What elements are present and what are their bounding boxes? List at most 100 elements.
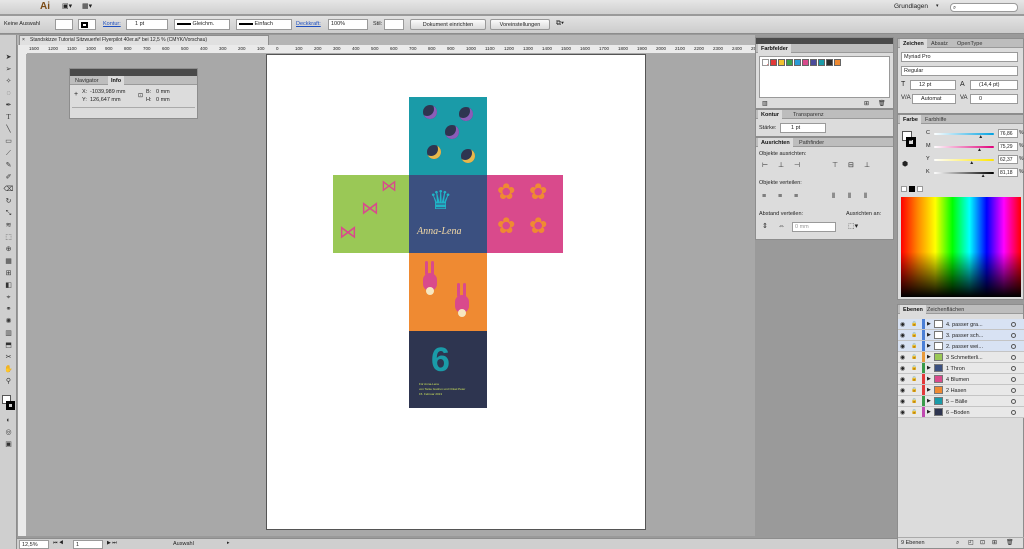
swatch[interactable] — [770, 59, 777, 66]
layer-row[interactable]: ◉ 🔒 ▶ 5 – Bälle — [898, 396, 1024, 407]
help-search-input[interactable]: ⌕ — [950, 3, 1018, 12]
eye-icon[interactable]: ◉ — [900, 343, 905, 350]
slice-tool-icon[interactable]: ✂ — [1, 352, 16, 363]
artboard-tool-icon[interactable]: ⬒ — [1, 340, 16, 351]
eye-icon[interactable]: ◉ — [900, 354, 905, 361]
delete-layer-icon[interactable]: 🗑 — [1006, 540, 1014, 546]
eye-icon[interactable]: ◉ — [900, 398, 905, 405]
line-tool-icon[interactable]: ╲ — [1, 124, 16, 135]
gradient-tool-icon[interactable]: ◧ — [1, 280, 16, 291]
swatch[interactable] — [818, 59, 825, 66]
color-stroke-box[interactable] — [906, 137, 916, 147]
make-clipping-mask-icon[interactable]: ◰ — [968, 540, 974, 546]
close-icon[interactable]: × — [22, 38, 25, 43]
arrange-documents-icon[interactable]: ▦▾ — [82, 3, 92, 10]
fill-swatch[interactable] — [55, 19, 73, 30]
document-tab[interactable]: × Standskizze Tutorial Sitzwuerfel Flyer… — [19, 35, 269, 45]
tab-align[interactable]: Ausrichten — [758, 138, 793, 147]
first-page-icon[interactable]: ⏮ ◀ — [53, 541, 63, 546]
font-style-select[interactable]: Regular — [901, 66, 1018, 76]
lock-icon[interactable]: 🔒 — [911, 321, 917, 327]
kerning-field[interactable]: Automat — [912, 94, 956, 104]
swatch[interactable] — [802, 59, 809, 66]
leading-field[interactable]: (14,4 pt) — [970, 80, 1018, 90]
layer-row[interactable]: ◉ 🔒 ▶ 6 –Boden — [898, 407, 1024, 418]
brush-definition[interactable]: Einfach — [236, 19, 292, 30]
expand-arrow-icon[interactable]: ▶ — [927, 376, 931, 382]
eye-icon[interactable]: ◉ — [900, 321, 905, 328]
eraser-tool-icon[interactable]: ⌫ — [1, 184, 16, 195]
eye-icon[interactable]: ◉ — [900, 376, 905, 383]
black-color-chip[interactable] — [909, 186, 915, 192]
lock-icon[interactable]: 🔒 — [911, 354, 917, 360]
tab-color[interactable]: Farbe — [900, 115, 921, 124]
spacing-input[interactable]: 0 mm — [792, 222, 836, 232]
none-swatch[interactable] — [762, 59, 769, 66]
scale-tool-icon[interactable]: ⤡ — [1, 208, 16, 219]
distribute-right-icon[interactable]: ⦀ — [864, 193, 867, 200]
font-size-field[interactable]: 12 pt — [910, 80, 956, 90]
perspective-grid-tool-icon[interactable]: ▦ — [1, 256, 16, 267]
column-graph-tool-icon[interactable]: ▥ — [1, 328, 16, 339]
mesh-tool-icon[interactable]: ⊞ — [1, 268, 16, 279]
channel-value-field[interactable]: 62,37 — [998, 155, 1018, 164]
paintbrush-tool-icon[interactable]: ⟋ — [1, 148, 16, 159]
layer-row[interactable]: ◉ 🔒 ▶ 4 Blumen — [898, 374, 1024, 385]
expand-arrow-icon[interactable]: ▶ — [927, 387, 931, 393]
rectangle-tool-icon[interactable]: ▭ — [1, 136, 16, 147]
target-circle-icon[interactable] — [1011, 333, 1016, 338]
tab-artboards[interactable]: Zeichenflächen — [924, 305, 967, 314]
expand-arrow-icon[interactable]: ▶ — [927, 354, 931, 360]
cube-face-butterflies[interactable]: ⋈ ⋈ ⋈ — [333, 175, 409, 253]
eyedropper-tool-icon[interactable]: ⌖ — [1, 292, 16, 303]
artboard[interactable]: ⋈ ⋈ ⋈ ♛ Anna-Lena ✿ ✿ ✿ ✿ 6 Für Anna-Len… — [266, 54, 646, 530]
type-tool-icon[interactable]: T — [1, 112, 16, 123]
tab-swatches[interactable]: Farbfelder — [758, 44, 791, 53]
zoom-select[interactable]: 12,5% — [19, 540, 49, 549]
channel-value-field[interactable]: 81,18 — [998, 168, 1018, 177]
lock-icon[interactable]: 🔒 — [911, 398, 917, 404]
cube-face-bunnies[interactable] — [409, 253, 487, 331]
target-circle-icon[interactable] — [1011, 399, 1016, 404]
shape-builder-tool-icon[interactable]: ⊕ — [1, 244, 16, 255]
lock-icon[interactable]: 🔒 — [911, 343, 917, 349]
ruler-origin[interactable] — [18, 45, 27, 54]
bridge-icon[interactable]: ▣▾ — [62, 3, 72, 10]
lock-icon[interactable]: 🔒 — [911, 365, 917, 371]
expand-arrow-icon[interactable]: ▶ — [927, 343, 931, 349]
distribute-hcenter-icon[interactable]: ⦀ — [848, 193, 851, 200]
arrange-icon[interactable]: ⧉▾ — [556, 20, 564, 27]
locate-object-icon[interactable]: ⌕ — [956, 540, 959, 546]
status-mode[interactable]: Auswahl — [173, 541, 194, 548]
swatch[interactable] — [794, 59, 801, 66]
variable-width-profile[interactable]: Gleichm. — [174, 19, 230, 30]
tab-color-guide[interactable]: Farbhilfe — [922, 115, 949, 124]
rotate-tool-icon[interactable]: ↻ — [1, 196, 16, 207]
slider-handle-icon[interactable]: ▲ — [978, 135, 983, 140]
target-circle-icon[interactable] — [1011, 355, 1016, 360]
slider-handle-icon[interactable]: ▲ — [981, 174, 986, 179]
direct-selection-tool-icon[interactable]: ➢ — [1, 64, 16, 75]
target-circle-icon[interactable] — [1011, 366, 1016, 371]
eye-icon[interactable]: ◉ — [900, 332, 905, 339]
spacing-horizontal-icon[interactable]: ⇔ — [778, 223, 785, 230]
cube-face-number[interactable]: 6 Für Anna-Lena von Tante Gudrun und Onk… — [409, 331, 487, 408]
channel-value-field[interactable]: 76,86 — [998, 129, 1018, 138]
expand-arrow-icon[interactable]: ▶ — [927, 365, 931, 371]
channel-slider[interactable] — [934, 159, 994, 161]
lasso-tool-icon[interactable]: ◌ — [1, 88, 16, 99]
spacing-vertical-icon[interactable]: ⇕ — [762, 223, 768, 230]
align-top-icon[interactable]: ⊤ — [832, 162, 838, 169]
graphic-style-swatch[interactable] — [384, 19, 404, 30]
lock-icon[interactable]: 🔒 — [911, 376, 917, 382]
eye-icon[interactable]: ◉ — [900, 387, 905, 394]
selection-tool-icon[interactable]: ➤ — [1, 52, 16, 63]
cube-face-flowers[interactable]: ✿ ✿ ✿ ✿ — [487, 175, 563, 253]
panel-titlebar[interactable] — [70, 69, 197, 76]
align-center-icon[interactable]: ⊥ — [778, 162, 784, 169]
swatches-list[interactable] — [759, 56, 890, 98]
draw-mode-icon[interactable]: ◎ — [1, 427, 16, 438]
tracking-field[interactable]: 0 — [970, 94, 1018, 104]
color-spectrum[interactable] — [901, 197, 1021, 297]
layer-row[interactable]: ◉ 🔒 ▶ 3 Schmetterli... — [898, 352, 1024, 363]
